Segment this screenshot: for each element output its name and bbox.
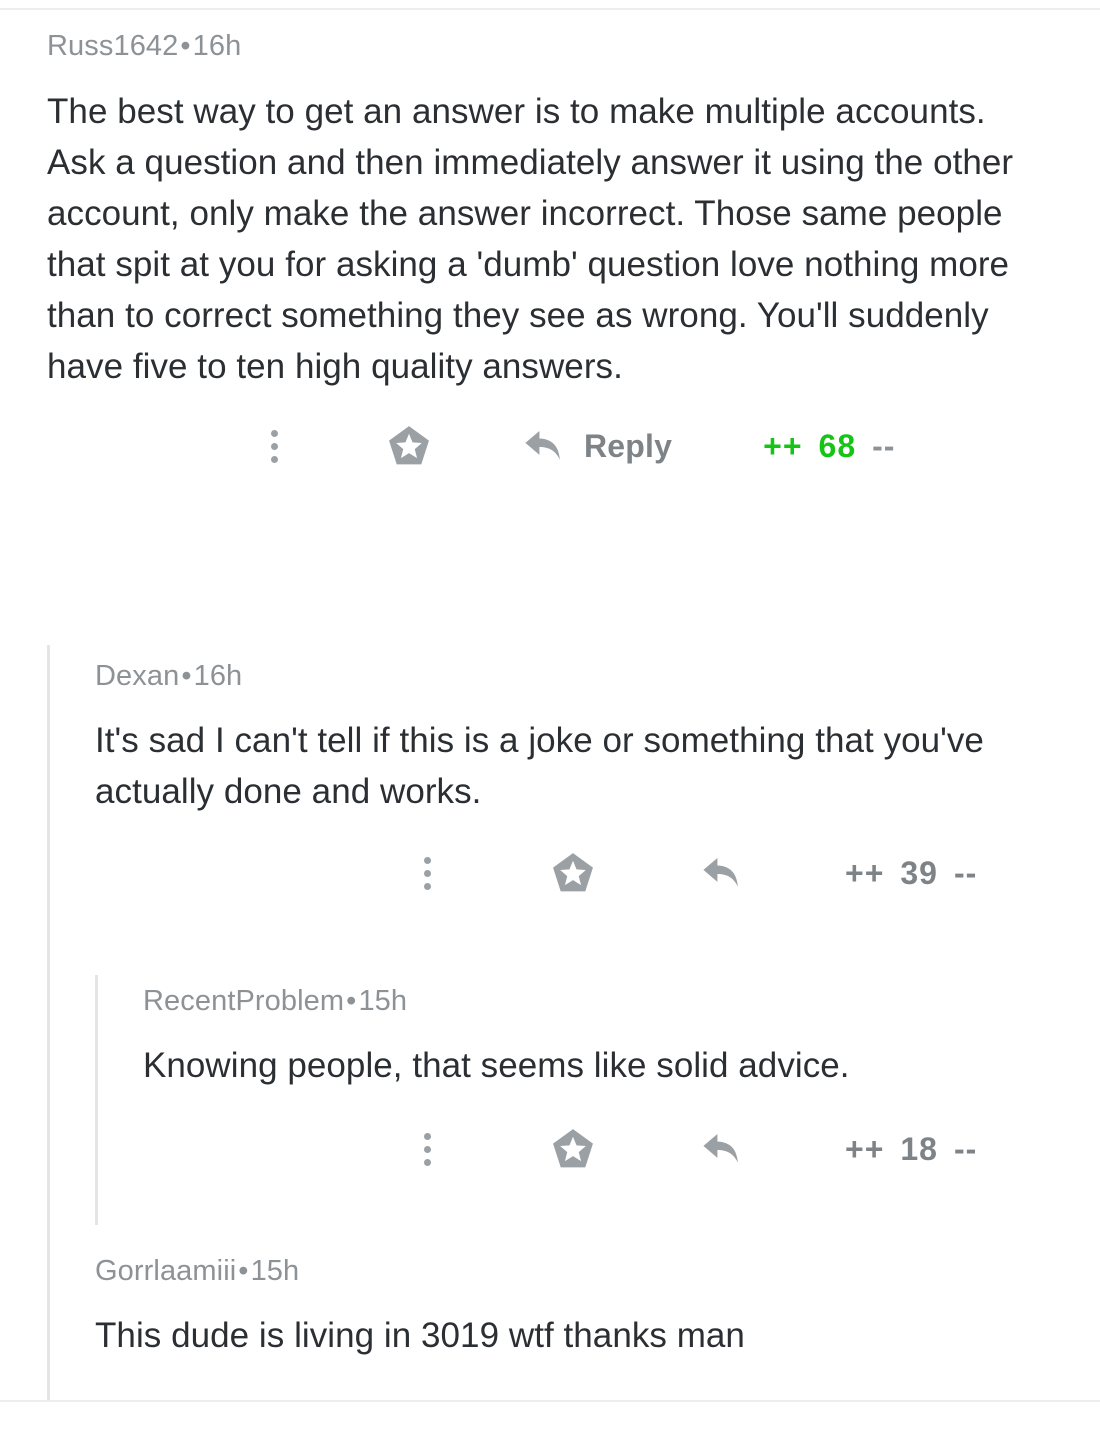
reply-arrow-icon[interactable] [696,845,748,901]
comment-author[interactable]: Russ1642 [47,30,178,62]
reply-arrow-icon[interactable] [518,418,570,474]
comment-author[interactable]: RecentProblem [143,985,344,1017]
reply-button[interactable]: Reply [584,428,672,465]
comment-meta: RecentProblem•15h [143,985,1053,1018]
comment-recentproblem: RecentProblem•15h Knowing people, that s… [143,985,1053,1177]
comment-action-bar: Reply ++ 68 -- [47,418,1047,474]
thread-top-divider [0,8,1100,10]
vote-controls: ++ 18 -- [845,1131,977,1168]
comment-body: This dude is living in 3019 wtf thanks m… [95,1316,745,1356]
vote-controls: ++ 68 -- [763,428,895,465]
vote-score: 68 [818,427,857,464]
upvote-button[interactable]: ++ [763,428,802,465]
downvote-button[interactable]: -- [954,855,977,892]
award-pentagon-star-icon[interactable] [383,418,435,474]
comment-age: 15h [358,985,408,1017]
comment-meta: Russ1642•16h [47,30,1047,63]
award-pentagon-star-icon[interactable] [547,1121,599,1177]
downvote-button[interactable]: -- [954,1131,977,1168]
award-pentagon-star-icon[interactable] [547,845,599,901]
thread-bottom-divider [0,1400,1100,1402]
meta-separator: • [238,1255,249,1287]
comment-body: Knowing people, that seems like solid ad… [143,1046,850,1086]
meta-separator: • [180,30,191,62]
comment-age: 16h [192,30,242,62]
meta-separator: • [181,660,192,692]
kebab-menu-icon[interactable] [405,1121,449,1177]
kebab-menu-icon[interactable] [252,418,296,474]
vote-score: 39 [900,854,938,891]
comment-author[interactable]: Dexan [95,660,179,692]
downvote-button[interactable]: -- [872,428,895,465]
comment-russ1642: Russ1642•16h The best way to get an answ… [47,30,1047,474]
comment-author[interactable]: Gorrlaamiii [95,1255,236,1287]
vote-score: 18 [900,1130,938,1167]
comment-meta: Dexan•16h [95,660,1050,693]
comment-gorrlaamiii: Gorrlaamiii•15h This dude is living in 3… [95,1255,1050,1361]
upvote-button[interactable]: ++ [845,1131,884,1168]
upvote-button[interactable]: ++ [845,855,884,892]
comment-body: The best way to get an answer is to make… [47,92,1023,387]
comment-dexan: Dexan•16h It's sad I can't tell if this … [95,660,1050,901]
comment-thread: Russ1642•16h The best way to get an answ… [0,0,1100,1440]
reply-arrow-icon[interactable] [696,1121,748,1177]
comment-action-bar: ++ 39 -- [95,845,1050,901]
comment-age: 16h [193,660,243,692]
comment-action-bar: ++ 18 -- [143,1121,1053,1177]
comment-meta: Gorrlaamiii•15h [95,1255,1050,1288]
kebab-menu-icon[interactable] [405,845,449,901]
comment-age: 15h [250,1255,300,1287]
comment-body: It's sad I can't tell if this is a joke … [95,721,994,812]
vote-controls: ++ 39 -- [845,855,977,892]
meta-separator: • [346,985,357,1017]
thread-rail-depth-1[interactable] [47,645,50,1400]
thread-rail-depth-2[interactable] [95,975,98,1225]
